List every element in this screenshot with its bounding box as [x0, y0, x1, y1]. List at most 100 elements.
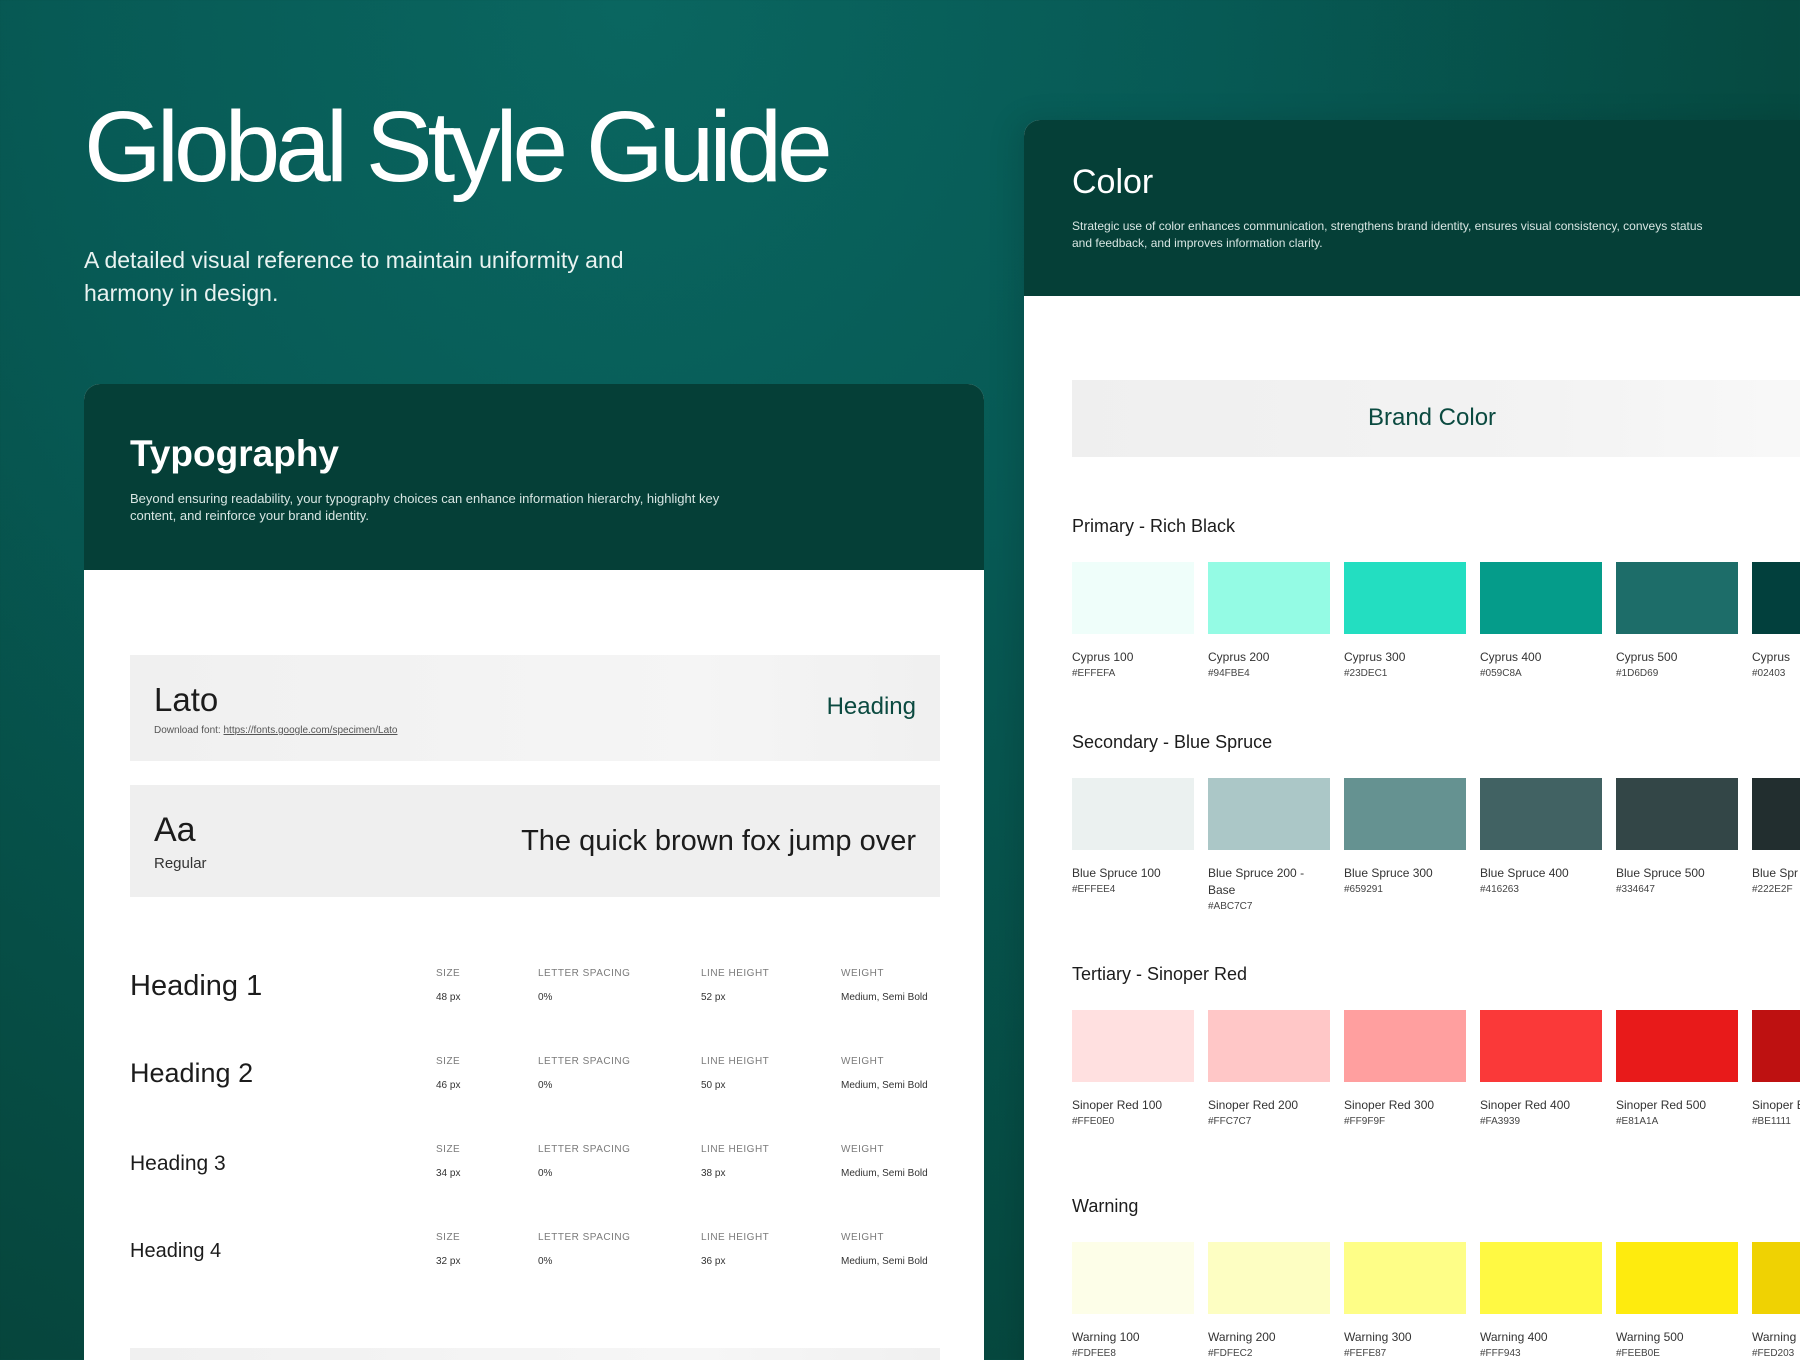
- palette-title: Secondary - Blue Spruce: [1072, 732, 1273, 752]
- swatch-chip: [1344, 562, 1466, 634]
- swatch-name: Warning 300: [1344, 1330, 1412, 1344]
- sample-pangram: The quick brown fox jump over: [521, 825, 916, 857]
- color-swatch[interactable]: Sinoper Red 500 #E81A1A: [1616, 1010, 1738, 1127]
- swatch-name: Cyprus 100: [1072, 650, 1134, 664]
- swatch-name: Warning 500: [1616, 1330, 1684, 1344]
- spec-value: 50 px: [701, 1080, 726, 1091]
- swatch-hex: #EFFEFA: [1072, 668, 1116, 679]
- spec-value: Medium, Semi Bold: [841, 1168, 928, 1179]
- heading-1-sample: Heading 1: [130, 970, 263, 1002]
- typography-description: Beyond ensuring readability, your typogr…: [130, 491, 720, 523]
- spec-weight: WEIGHT Medium, Semi Bold: [841, 1144, 928, 1179]
- spec-value: 0%: [538, 1168, 553, 1179]
- swatch-hex: #FF9F9F: [1344, 1116, 1386, 1127]
- color-swatch[interactable]: Blue Spruce 400 #416263: [1480, 778, 1602, 895]
- swatch-chip: [1208, 778, 1330, 850]
- spec-label: LETTER SPACING: [538, 1232, 631, 1243]
- palette-section: Warning Warning 100 #FDFEE8 Warning 200 #FDF…: [1072, 1196, 1800, 1360]
- color-swatch[interactable]: Blue Spruce 300 #659291: [1344, 778, 1466, 895]
- swatch-hex: #FDFEC2: [1208, 1348, 1253, 1359]
- color-swatch[interactable]: Sinoper Base #BE1111: [1752, 1010, 1800, 1127]
- color-swatch[interactable]: Cyprus 400 #059C8A: [1480, 562, 1602, 679]
- swatch-chip: [1616, 778, 1738, 850]
- typography-header: Typography Beyond ensuring readability, …: [84, 384, 984, 570]
- color-swatch[interactable]: Cyprus 500 #1D6D69: [1616, 562, 1738, 679]
- swatch-chip: [1480, 778, 1602, 850]
- page-subtitle: A detailed visual reference to maintain …: [84, 247, 624, 306]
- swatch-hex: #659291: [1344, 884, 1383, 895]
- color-swatch[interactable]: Warning 100 #FDFEE8: [1072, 1242, 1194, 1359]
- color-swatch[interactable]: Sinoper Red 200 #FFC7C7: [1208, 1010, 1330, 1127]
- color-swatch[interactable]: Cyprus 300 #23DEC1: [1344, 562, 1466, 679]
- spec-letter-spacing: LETTER SPACING 0%: [538, 1056, 630, 1091]
- swatch-hex: #334647: [1616, 884, 1655, 895]
- swatch-name: Sinoper Red 300: [1344, 1098, 1435, 1112]
- swatch-hex: #059C8A: [1480, 668, 1522, 679]
- color-swatch[interactable]: Blue Spruce 200 - Base #ABC7C7: [1208, 778, 1330, 912]
- swatch-hex: #222E2F: [1752, 884, 1793, 895]
- page-title: Global Style Guide: [84, 91, 833, 203]
- swatch-chip: [1752, 1010, 1800, 1082]
- spec-label: LETTER SPACING: [538, 968, 631, 979]
- color-description: Strategic use of color enhances communic…: [1072, 219, 1703, 250]
- swatch-name: Sinoper Red 400: [1480, 1098, 1571, 1112]
- swatch-row: Cyprus 100 #EFFEFA Cyprus 200 #94FBE4 Cyprus…: [1072, 562, 1800, 682]
- spec-value: 48 px: [436, 992, 461, 1003]
- spec-line-height: LINE HEIGHT 50 px: [701, 1056, 769, 1091]
- swatch-hex: #FED203: [1752, 1348, 1795, 1359]
- swatch-name: Warning 100: [1072, 1330, 1140, 1344]
- type-scale-row: Heading 1 SIZE 48 px LETTER SPACING 0% LIN…: [130, 944, 940, 1032]
- spec-label: SIZE: [436, 1232, 461, 1243]
- color-swatch[interactable]: Sinoper Red 400 #FA3939: [1480, 1010, 1602, 1127]
- color-swatch[interactable]: Cyprus 200 #94FBE4: [1208, 562, 1330, 679]
- spec-value: 0%: [538, 1256, 553, 1267]
- swatch-name: Warning 400: [1480, 1330, 1548, 1344]
- color-swatch[interactable]: Blue Spruce 500 #334647: [1616, 778, 1738, 895]
- swatch-name: Blue Spruce 500: [1616, 866, 1705, 880]
- color-swatch[interactable]: Warning 400 #FFF943: [1480, 1242, 1602, 1359]
- swatch-name: Blue Spr: [1752, 866, 1799, 880]
- spec-weight: WEIGHT Medium, Semi Bold: [841, 1056, 928, 1091]
- spec-line-height: LINE HEIGHT 36 px: [701, 1232, 769, 1267]
- swatch-chip: [1480, 1242, 1602, 1314]
- color-swatch[interactable]: Warning #FED203: [1752, 1242, 1800, 1359]
- color-swatch[interactable]: Cyprus #02403: [1752, 562, 1800, 679]
- swatch-chip: [1072, 778, 1194, 850]
- spec-value: 46 px: [436, 1080, 461, 1091]
- typography-title: Typography: [130, 433, 339, 474]
- swatch-chip: [1344, 1010, 1466, 1082]
- spec-label: SIZE: [436, 968, 461, 979]
- color-swatch[interactable]: Cyprus 100 #EFFEFA: [1072, 562, 1194, 679]
- spec-label: LINE HEIGHT: [701, 1056, 770, 1067]
- spec-size: SIZE 48 px: [436, 968, 460, 1003]
- swatch-name: Cyprus 300: [1344, 650, 1406, 664]
- color-swatch[interactable]: Sinoper Red 300 #FF9F9F: [1344, 1010, 1466, 1127]
- brand-color-bar: Brand Color: [1072, 380, 1800, 457]
- swatch-chip: [1208, 1242, 1330, 1314]
- color-swatch[interactable]: Sinoper Red 100 #FFE0E0: [1072, 1010, 1194, 1127]
- spec-size: SIZE 46 px: [436, 1056, 460, 1091]
- spec-label: WEIGHT: [841, 1144, 884, 1155]
- spec-value: 0%: [538, 992, 553, 1003]
- color-swatch[interactable]: Warning 200 #FDFEC2: [1208, 1242, 1330, 1359]
- swatch-hex: #23DEC1: [1344, 668, 1388, 679]
- color-swatch[interactable]: Blue Spruce 100 #EFFEE4: [1072, 778, 1194, 895]
- font-download-link[interactable]: https://fonts.google.com/specimen/Lato: [224, 725, 398, 736]
- spec-value: Medium, Semi Bold: [841, 1080, 928, 1091]
- color-swatch[interactable]: Warning 500 #FEEB0E: [1616, 1242, 1738, 1359]
- color-swatch[interactable]: Blue Spr #222E2F: [1752, 778, 1800, 895]
- swatch-hex: #FA3939: [1480, 1116, 1521, 1127]
- color-swatch[interactable]: Warning 300 #FEFE87: [1344, 1242, 1466, 1359]
- spec-label: WEIGHT: [841, 1056, 884, 1067]
- swatch-name: Blue Spruce 200 - Base: [1208, 866, 1305, 897]
- swatch-hex: #FDFEE8: [1072, 1348, 1116, 1359]
- spec-size: SIZE 34 px: [436, 1144, 460, 1179]
- spec-weight: WEIGHT Medium, Semi Bold: [841, 968, 928, 1003]
- spec-label: LETTER SPACING: [538, 1056, 631, 1067]
- swatch-hex: #FFC7C7: [1208, 1116, 1252, 1127]
- spec-size: SIZE 32 px: [436, 1232, 460, 1267]
- swatch-name: Blue Spruce 400: [1480, 866, 1569, 880]
- color-title: Color: [1072, 163, 1154, 201]
- swatch-hex: #E81A1A: [1616, 1116, 1659, 1127]
- sample-weight: Regular: [154, 855, 207, 872]
